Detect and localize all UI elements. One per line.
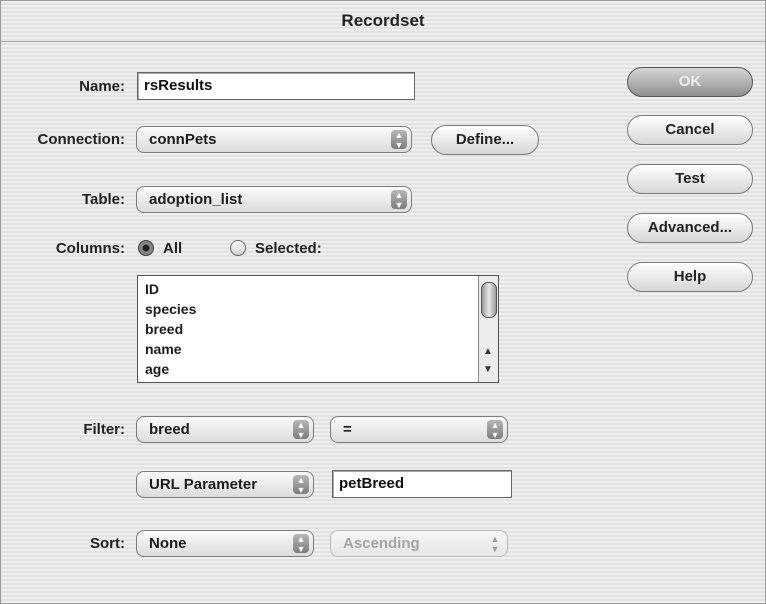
list-item[interactable]: species (145, 299, 196, 319)
columns-scrollbar[interactable]: ▲ ▼ (478, 276, 498, 382)
recordset-dialog: Recordset Name: rsResults Connection: co… (0, 0, 766, 604)
filter-source-value: URL Parameter (149, 476, 258, 493)
columns-list-items: ID species breed name age (145, 279, 196, 379)
filter-operator-value: = (343, 421, 352, 438)
list-item[interactable]: breed (145, 319, 196, 339)
sort-order-value: Ascending (343, 535, 420, 552)
sort-order-select: Ascending ▲ ▼ (330, 530, 508, 557)
connection-label: Connection: (37, 131, 126, 148)
filter-value-input[interactable]: petBreed (332, 470, 512, 498)
test-button[interactable]: Test (627, 164, 753, 194)
connection-select[interactable]: connPets ▲ ▼ (136, 126, 412, 153)
columns-all-label: All (163, 240, 183, 257)
dialog-title: Recordset (1, 1, 765, 42)
scroll-thumb[interactable] (481, 282, 497, 318)
filter-operator-select[interactable]: = ▲ ▼ (330, 416, 508, 443)
scroll-down-icon[interactable]: ▼ (483, 364, 493, 375)
define-button[interactable]: Define... (431, 125, 539, 155)
chevron-updown-icon: ▲ ▼ (293, 420, 309, 440)
filter-source-select[interactable]: URL Parameter ▲ ▼ (136, 471, 314, 498)
ok-button[interactable]: OK (627, 67, 753, 97)
list-item[interactable]: ID (145, 279, 196, 299)
columns-label: Columns: (55, 240, 125, 257)
chevron-updown-icon: ▲ ▼ (391, 190, 407, 210)
name-label: Name: (79, 78, 125, 95)
columns-all-radio[interactable] (138, 240, 154, 256)
name-input[interactable]: rsResults (137, 72, 415, 100)
advanced-button[interactable]: Advanced... (627, 213, 753, 243)
chevron-updown-icon: ▲ ▼ (487, 420, 503, 440)
table-select[interactable]: adoption_list ▲ ▼ (136, 186, 412, 213)
sort-label: Sort: (90, 535, 125, 552)
scroll-up-icon[interactable]: ▲ (483, 346, 493, 357)
filter-column-value: breed (149, 421, 190, 438)
list-item[interactable]: age (145, 359, 196, 379)
columns-selected-label: Selected: (255, 240, 322, 257)
filter-label: Filter: (83, 421, 125, 438)
chevron-updown-icon: ▲ ▼ (293, 534, 309, 554)
filter-column-select[interactable]: breed ▲ ▼ (136, 416, 314, 443)
table-select-value: adoption_list (149, 191, 243, 208)
help-button[interactable]: Help (627, 262, 753, 292)
sort-column-select[interactable]: None ▲ ▼ (136, 530, 314, 557)
columns-list[interactable]: ID species breed name age ▲ ▼ (137, 275, 499, 383)
columns-selected-radio[interactable] (230, 240, 246, 256)
chevron-updown-icon: ▲ ▼ (293, 475, 309, 495)
connection-select-value: connPets (149, 131, 217, 148)
list-item[interactable]: name (145, 339, 196, 359)
cancel-button[interactable]: Cancel (627, 115, 753, 145)
sort-column-value: None (149, 535, 187, 552)
table-label: Table: (81, 191, 125, 208)
chevron-updown-icon: ▲ ▼ (391, 130, 407, 150)
chevron-updown-icon: ▲ ▼ (490, 534, 500, 554)
